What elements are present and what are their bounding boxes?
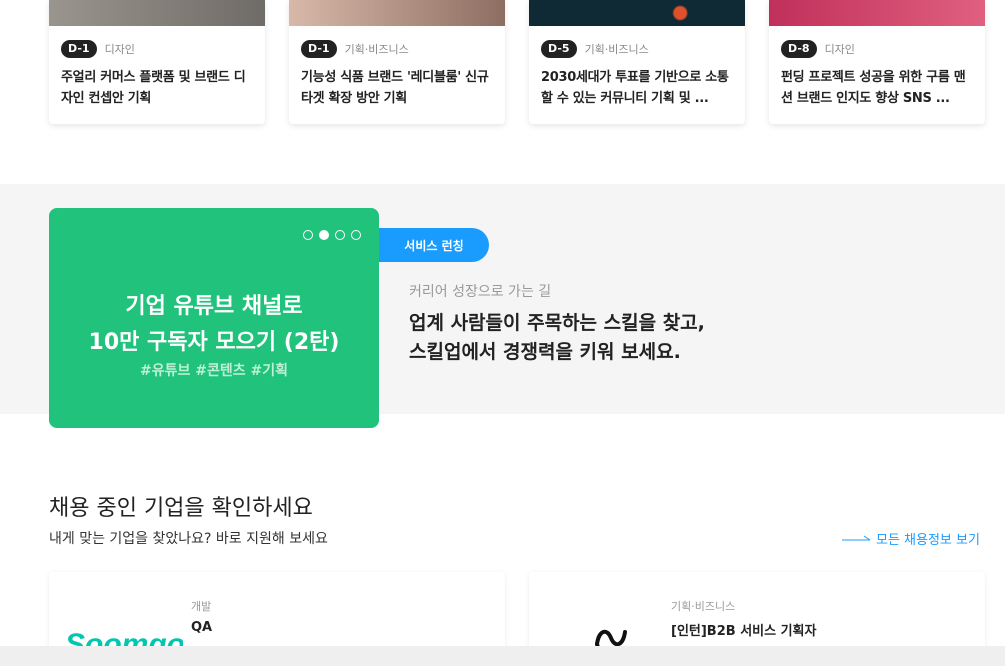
card-thumbnail [769,0,985,26]
card-meta: D-1 디자인 [61,40,135,58]
hiring-section-subtitle: 내게 맞는 기업을 찾았나요? 바로 지원해 보세요 [49,531,328,547]
card-category: 기획·비즈니스 [584,43,649,56]
card-thumbnail [49,0,265,26]
card-category: 디자인 [824,43,855,56]
dday-badge: D-1 [301,40,337,58]
see-all-jobs-label: 모든 채용정보 보기 [876,533,980,548]
carousel-dot[interactable] [335,230,345,240]
card-title: 주얼리 커머스 플랫폼 및 브랜드 디자인 컨셉안 기획 [61,70,246,106]
card-title: 기능성 식품 브랜드 '레디블룸' 신규 타겟 확장 방안 기획 [301,70,489,106]
see-all-jobs-link[interactable]: 모든 채용정보 보기 [842,529,980,548]
project-card[interactable]: D-1 기획·비즈니스 기능성 식품 브랜드 '레디블룸' 신규 타겟 확장 방… [289,0,505,124]
promo-tags: #유튜브 #콘텐츠 #기획 [140,363,288,379]
job-title: [인턴]B2B 서비스 기획자 [671,624,817,639]
band-headline-line1: 업계 사람들이 주목하는 스킬을 찾고, [409,312,705,334]
card-meta: D-1 기획·비즈니스 [301,40,409,58]
job-category: 개발 [191,600,212,613]
band-headline-line2: 스킬업에서 경쟁력을 키워 보세요. [409,341,681,363]
dday-badge: D-5 [541,40,577,58]
dday-badge: D-8 [781,40,817,58]
card-title: 2030세대가 투표를 기반으로 소통할 수 있는 커뮤니티 기획 및 ... [541,70,729,106]
carousel-dots [303,230,361,240]
card-category: 디자인 [104,43,135,56]
page: D-1 디자인 주얼리 커머스 플랫폼 및 브랜드 디자인 컨셉안 기획 D-1… [0,0,1005,666]
bottom-scroll-area [0,646,1005,666]
project-card-list: D-1 디자인 주얼리 커머스 플랫폼 및 브랜드 디자인 컨셉안 기획 D-1… [49,0,989,124]
carousel-dot[interactable] [303,230,313,240]
card-meta: D-8 디자인 [781,40,855,58]
promo-banner[interactable]: 기업 유튜브 채널로 10만 구독자 모으기 (2탄) #유튜브 #콘텐츠 #기… [49,208,379,428]
dday-badge: D-1 [61,40,97,58]
service-launch-badge[interactable]: 서비스 런칭 [379,228,489,262]
carousel-dot-active[interactable] [319,230,329,240]
promo-title-line1: 기업 유튜브 채널로 [125,294,303,319]
card-title: 펀딩 프로젝트 성공을 위한 구름 맨션 브랜드 인지도 향상 SNS ... [781,70,966,106]
card-category: 기획·비즈니스 [344,43,409,56]
promo-title-line2: 10만 구독자 모으기 (2탄) [88,330,340,355]
card-thumbnail [289,0,505,26]
job-title: QA [191,620,213,635]
carousel-dot[interactable] [351,230,361,240]
card-thumbnail [529,0,745,26]
band-subtitle: 커리어 성장으로 가는 길 [409,284,552,300]
hiring-section-title: 채용 중인 기업을 확인하세요 [49,496,313,521]
project-card[interactable]: D-8 디자인 펀딩 프로젝트 성공을 위한 구름 맨션 브랜드 인지도 향상 … [769,0,985,124]
arrow-right-icon [842,534,872,544]
project-card[interactable]: D-5 기획·비즈니스 2030세대가 투표를 기반으로 소통할 수 있는 커뮤… [529,0,745,124]
card-meta: D-5 기획·비즈니스 [541,40,649,58]
job-category: 기획·비즈니스 [671,600,736,613]
project-card[interactable]: D-1 디자인 주얼리 커머스 플랫폼 및 브랜드 디자인 컨셉안 기획 [49,0,265,124]
